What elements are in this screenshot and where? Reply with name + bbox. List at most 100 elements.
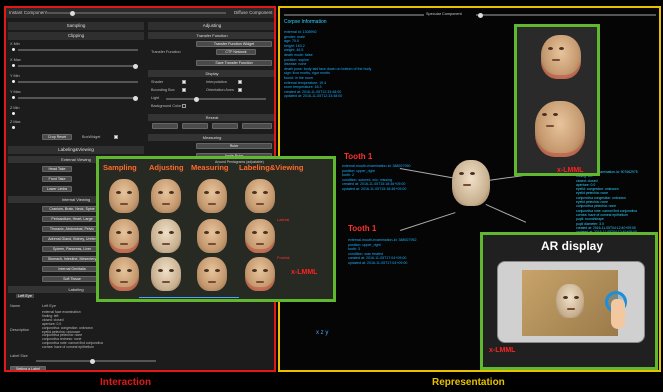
face-preview-bottom <box>535 101 585 157</box>
y-min-slider[interactable] <box>18 81 138 83</box>
stage-adjusting: Adjusting <box>149 163 184 172</box>
face-measuring-1 <box>197 179 227 213</box>
ar-display-box: AR display x-LMML <box>480 232 658 370</box>
transfer-widget-button[interactable]: Transfer Function Widget <box>196 41 272 47</box>
description-text[interactable]: external face examination finding: left cl… <box>42 310 103 350</box>
face-preview-top <box>541 35 581 79</box>
ar-skull <box>556 284 584 318</box>
reseat-header[interactable]: Reseat <box>148 114 274 121</box>
face-labeling-2 <box>245 219 275 253</box>
labeling-viewing-header[interactable]: Labeling&Viewing <box>8 146 144 154</box>
name-label: Name <box>10 304 21 308</box>
internal-genitalia-button[interactable]: Internal Genitalia <box>42 266 102 272</box>
z-max-radio[interactable] <box>12 126 15 129</box>
phone-screen[interactable] <box>522 270 618 336</box>
box-widget-label: BoxWidget <box>82 135 101 139</box>
flow-arrow <box>139 297 239 298</box>
spleen-button[interactable]: Spleen, Pancreas, Liver <box>42 246 102 252</box>
x-max-radio[interactable] <box>12 64 15 67</box>
tooth-info-line: updated at: 2016-11-05T15:18:46+09:00 <box>342 186 407 191</box>
orientation-axes-checkbox[interactable] <box>238 88 242 92</box>
pericardium-button[interactable]: Pericardium, Heart, Large <box>42 216 102 222</box>
sampling-header[interactable]: Sampling <box>8 22 144 30</box>
tooth-info-line: external-mouth-examination-id: 388927952 <box>348 238 417 242</box>
clipping-header[interactable]: Clipping <box>8 32 144 40</box>
skull-model[interactable] <box>452 160 490 206</box>
face-sampling-3 <box>109 257 139 291</box>
instant-component-label: Instant Component <box>9 10 48 15</box>
cranium-button[interactable]: Cranium, Brain, Neck, Spine <box>42 206 102 212</box>
lower-limbs-button[interactable]: Lower Limbs <box>42 186 72 192</box>
x-min-slider[interactable] <box>18 49 138 51</box>
head-take-button[interactable]: Head Take <box>42 166 72 172</box>
crop-reset-button[interactable]: Crop Reset <box>42 134 72 140</box>
shader-checkbox[interactable] <box>182 80 186 84</box>
link-line <box>400 212 456 231</box>
y-max-slider[interactable] <box>18 95 138 101</box>
transfer-function-label: Transfer Function <box>151 50 181 54</box>
orientation-axes-label: Orientation Axes <box>206 88 234 92</box>
xlmml-label-top: x-LMML <box>557 167 584 174</box>
orientation-axes: x z y <box>316 330 329 336</box>
representation-caption: Representation <box>432 377 505 388</box>
label-size-slider[interactable] <box>36 358 156 364</box>
adrenal-button[interactable]: Adrenal Gland, Kidney, Ureter <box>42 236 102 242</box>
face-labeling-1 <box>245 179 275 213</box>
face-labeling-3 <box>245 257 275 291</box>
interaction-caption: Interaction <box>100 377 152 388</box>
tooth-info-line: updated at: 2016-11-05T17:04+09:00 <box>348 260 408 265</box>
reseat-btn-2[interactable] <box>182 123 208 129</box>
shader-label: Shader <box>151 80 164 84</box>
xlmml-label-overlay: x-LMML <box>291 269 318 276</box>
measuring-header[interactable]: Measuring <box>148 134 274 141</box>
instant-component-slider[interactable] <box>46 10 226 16</box>
y-max-radio[interactable] <box>12 96 15 99</box>
adjusting-header[interactable]: Adjusting <box>148 22 274 30</box>
specular-slider[interactable] <box>476 12 656 18</box>
stomach-button[interactable]: Stomach, Intestine, Mesentery <box>42 256 102 262</box>
reseat-btn-3[interactable] <box>212 123 238 129</box>
stage-labeling-viewing: Labeling&Viewing <box>239 163 304 172</box>
left-eye-tab[interactable]: Left Eye <box>16 294 34 298</box>
reseat-btn-1[interactable] <box>152 123 178 129</box>
y-min-radio[interactable] <box>12 80 15 83</box>
bounding-box-checkbox[interactable] <box>182 88 186 92</box>
slider-knob[interactable] <box>70 10 75 16</box>
face-measuring-3 <box>197 257 227 291</box>
tooth-label-top: Tooth 1 <box>344 152 373 161</box>
bounding-box-label: Bounding Box <box>151 88 175 92</box>
description-line: cornea: haze of corneal epithelium <box>42 345 94 350</box>
front-take-button[interactable]: Front Take <box>42 176 72 182</box>
name-value[interactable]: Left Eye <box>42 304 56 308</box>
stage-measuring: Measuring <box>191 163 229 172</box>
face-adjusting-3 <box>151 257 181 291</box>
soft-tissue-button[interactable]: Soft Tissue <box>42 276 102 282</box>
save-tf-button[interactable]: Save Transfer Function <box>196 60 272 66</box>
label-size-label: Label Size <box>10 354 28 358</box>
xlmml-label-bottom: x-LMML <box>489 347 516 354</box>
link-line <box>485 204 527 223</box>
tooth-label-bottom: Tooth 1 <box>348 224 377 233</box>
x-min-radio[interactable] <box>12 48 15 51</box>
left-top-bar: Instant Component Diffuse Component <box>6 8 274 18</box>
x-max-slider[interactable] <box>18 63 138 69</box>
thoracic-button[interactable]: Thoracic, Abdominal, Pelvic <box>42 226 102 232</box>
transfer-function-header[interactable]: Transfer Function <box>148 32 274 39</box>
background-color-swatch[interactable] <box>182 104 186 108</box>
tooth-bottom-info: external-mouth-examination-id: 388927952… <box>348 238 417 266</box>
specular-slider-left[interactable] <box>284 14 424 16</box>
face-measuring-2 <box>197 219 227 253</box>
interpolation-checkbox[interactable] <box>238 80 242 84</box>
ctf-button[interactable]: CTF Network <box>216 49 256 55</box>
set-label-button[interactable]: Setting a Label <box>10 366 46 370</box>
interpolation-label: Interpolation <box>206 80 227 84</box>
face-adjusting-1 <box>151 179 181 213</box>
z-min-radio[interactable] <box>12 112 15 115</box>
display-header[interactable]: Display <box>148 70 274 77</box>
box-widget-checkbox[interactable] <box>114 135 118 139</box>
reseat-btn-4[interactable] <box>242 123 272 129</box>
face-sampling-2 <box>109 219 139 253</box>
light-slider[interactable] <box>166 96 266 102</box>
eye-examination-info: external-face-examination-id: 907662975 f… <box>576 170 638 234</box>
ruler-button[interactable]: Ruler <box>196 143 272 149</box>
